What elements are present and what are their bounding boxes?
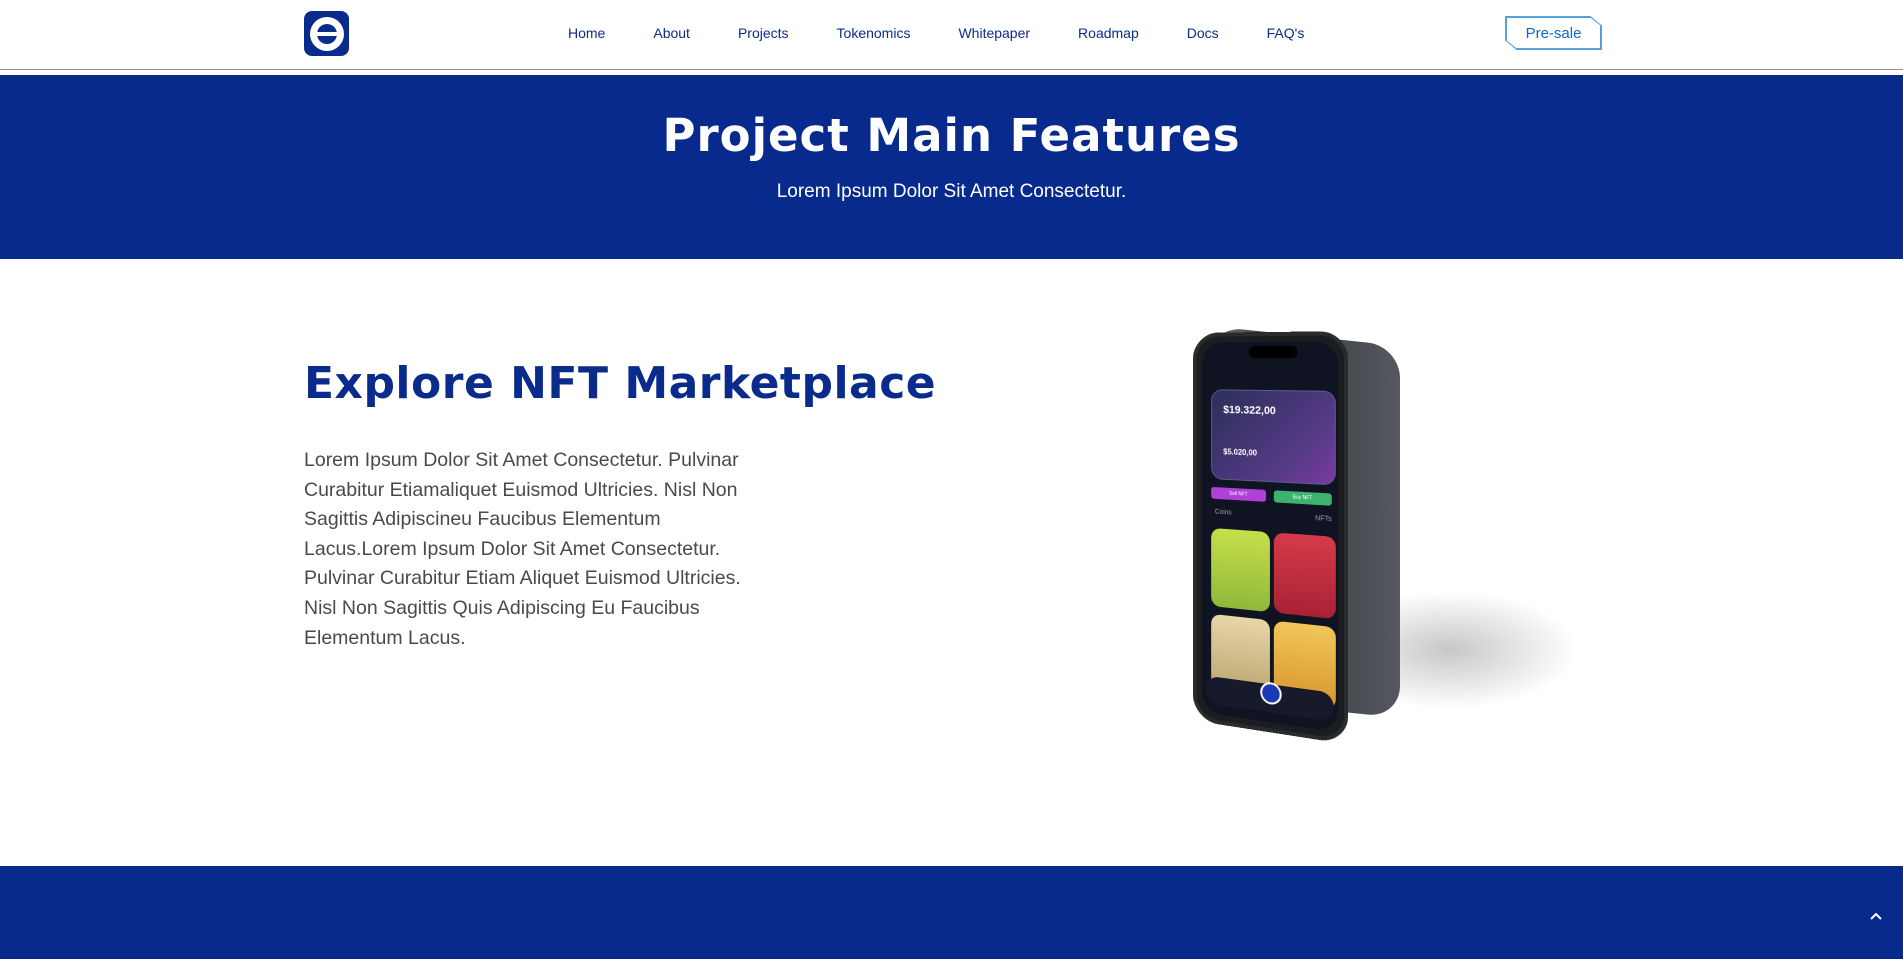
main-nav: Home About Projects Tokenomics Whitepape… bbox=[568, 20, 1304, 46]
nav-faqs[interactable]: FAQ's bbox=[1267, 25, 1305, 41]
brand-logo[interactable] bbox=[304, 11, 349, 56]
nav-tokenomics[interactable]: Tokenomics bbox=[837, 25, 911, 41]
nav-projects[interactable]: Projects bbox=[738, 25, 789, 41]
phone-tab-nfts: NFTs bbox=[1315, 515, 1332, 524]
phone-tab-coins: Coins bbox=[1214, 508, 1232, 517]
phone-tabs: Coins NFTs bbox=[1215, 509, 1332, 524]
nav-roadmap[interactable]: Roadmap bbox=[1078, 25, 1139, 41]
header-divider bbox=[0, 69, 1903, 70]
e-logo-icon bbox=[309, 16, 344, 51]
site-header: Home About Projects Tokenomics Whitepape… bbox=[0, 0, 1903, 72]
banner-subtitle: Lorem Ipsum Dolor Sit Amet Consectetur. bbox=[776, 181, 1127, 202]
phone-screen: $19.322,00 $5.020,00 Sell NFT Buy NFT Co… bbox=[1201, 341, 1338, 733]
nft-tile bbox=[1273, 532, 1336, 620]
footer-band bbox=[0, 866, 1903, 959]
phone-mockup-image: $19.322,00 $5.020,00 Sell NFT Buy NFT Co… bbox=[1180, 326, 1600, 750]
feature-title: Explore NFT Marketplace bbox=[304, 358, 937, 409]
buy-nft-pill: Buy NFT bbox=[1273, 490, 1332, 506]
wallet-card: $19.322,00 $5.020,00 bbox=[1211, 389, 1336, 486]
wallet-balance-secondary: $5.020,00 bbox=[1223, 447, 1257, 458]
phone-body: $19.322,00 $5.020,00 Sell NFT Buy NFT Co… bbox=[1192, 331, 1349, 745]
phone-notch bbox=[1248, 345, 1298, 359]
nav-docs[interactable]: Docs bbox=[1187, 25, 1219, 41]
sell-nft-pill: Sell NFT bbox=[1211, 486, 1267, 502]
features-banner: Project Main Features Lorem Ipsum Dolor … bbox=[0, 75, 1903, 259]
feature-description: Lorem Ipsum Dolor Sit Amet Consectetur. … bbox=[304, 449, 741, 649]
nav-home[interactable]: Home bbox=[568, 25, 605, 41]
presale-button[interactable]: Pre-sale bbox=[1506, 17, 1601, 49]
wallet-balance: $19.322,00 bbox=[1223, 404, 1276, 418]
nav-about[interactable]: About bbox=[653, 25, 690, 41]
chevron-up-icon[interactable] bbox=[1866, 906, 1886, 926]
nav-whitepaper[interactable]: Whitepaper bbox=[958, 25, 1030, 41]
nft-tile bbox=[1211, 527, 1270, 613]
banner-title: Project Main Features bbox=[662, 109, 1241, 162]
